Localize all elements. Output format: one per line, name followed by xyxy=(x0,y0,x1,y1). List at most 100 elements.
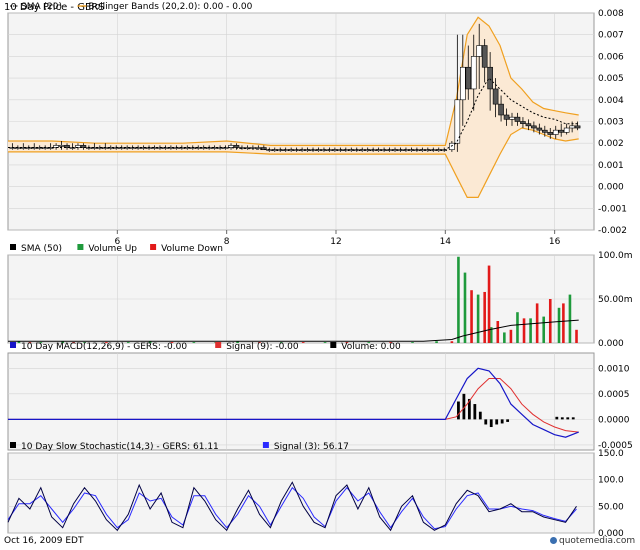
volume-up-bar xyxy=(192,342,196,343)
legend-swatch xyxy=(77,244,84,250)
brand-label: quotemedia.com xyxy=(559,536,636,546)
volume-down-bar xyxy=(450,341,454,343)
volume-up-bar xyxy=(529,318,532,343)
macd-histogram-bar xyxy=(555,416,559,420)
volume-up-bar xyxy=(411,342,414,343)
candle-body xyxy=(465,66,472,90)
volume-up-bar xyxy=(457,256,460,343)
candle-body xyxy=(233,145,240,148)
y-tick-label: 50.00m xyxy=(598,295,633,305)
y-tick-label: 0.0010 xyxy=(598,364,630,374)
candle-body xyxy=(476,45,483,57)
candle-body xyxy=(525,123,532,127)
volume-down-bar xyxy=(562,303,565,343)
volume-up-bar xyxy=(557,307,561,343)
y-tick-label: 100.0 xyxy=(598,476,624,486)
volume-down-bar xyxy=(509,329,513,343)
y-tick-label: 0.000 xyxy=(598,339,624,349)
legend-label: SMA (50) xyxy=(21,244,62,254)
legend-swatch xyxy=(150,244,157,250)
legend-label: 10 Day Slow Stochastic(14,3) - GERS: 61.… xyxy=(21,442,219,452)
candle-body xyxy=(569,125,575,129)
chart-canvas: 0.008 0.007 0.006 0.005 0.004 0.003 0.002 0.001… xyxy=(7,2,633,539)
candle-body xyxy=(514,116,521,122)
legend-label: Signal (3): 56.17 xyxy=(274,442,349,452)
candle-body xyxy=(509,116,515,120)
candle-body xyxy=(487,66,493,90)
y-tick-label: 0.0000 xyxy=(598,415,630,425)
candle-body xyxy=(470,56,477,90)
candle-body xyxy=(552,129,559,135)
candle-body xyxy=(558,129,565,133)
volume-down-bar xyxy=(522,318,526,343)
macd-histogram-bar xyxy=(566,417,570,420)
y-tick-label: 0.002 xyxy=(598,139,624,149)
legend-swatch xyxy=(10,342,16,348)
legend-label: Volume: 0.00 xyxy=(341,342,401,352)
legend-label: 10 Day MACD(12,26,9) - GERS: -0.00 xyxy=(21,342,187,352)
y-tick-label: 0.006 xyxy=(598,52,624,62)
macd-histogram-bar xyxy=(478,411,482,420)
volume-up-bar xyxy=(516,312,519,343)
volume-down-bar xyxy=(301,342,305,343)
candle-body xyxy=(547,132,554,135)
candle-body xyxy=(563,127,570,133)
volume-down-bar xyxy=(470,290,473,343)
candle-body xyxy=(574,125,581,129)
legend-swatch xyxy=(215,342,222,348)
candle-body xyxy=(520,121,526,124)
candle-body xyxy=(460,66,466,101)
candle-body xyxy=(58,145,65,147)
y-tick-label: 150.0 xyxy=(598,449,624,459)
y-tick-label: 0.005 xyxy=(598,74,624,84)
candle-body xyxy=(542,129,548,133)
brand-dot-icon xyxy=(550,537,557,544)
candle-body xyxy=(503,114,510,120)
legend-label: Signal (9): -0.00 xyxy=(226,342,299,352)
candle-body xyxy=(481,45,488,68)
y-tick-label: 0.0005 xyxy=(598,390,630,400)
macd-histogram-bar xyxy=(495,419,499,425)
brand-logo[interactable]: quotemedia.com xyxy=(550,536,635,546)
footer-date: Oct 16, 2009 EDT xyxy=(4,536,84,546)
macd-histogram-bar xyxy=(473,404,477,420)
legend-swatch xyxy=(10,244,16,250)
volume-up-bar xyxy=(503,332,506,343)
volume-up-bar xyxy=(476,294,480,343)
candle-body xyxy=(255,147,262,149)
macd-histogram-bar xyxy=(500,419,504,424)
legend-label: SMA (20) xyxy=(21,2,62,12)
candle-body xyxy=(449,142,455,151)
volume-down-bar xyxy=(496,321,500,343)
legend-swatch xyxy=(262,442,269,448)
y-tick-label: 0.001 xyxy=(598,161,624,171)
volume-up-bar xyxy=(542,316,546,343)
macd-histogram-bar xyxy=(489,419,493,428)
x-tick-label: 12 xyxy=(330,237,341,247)
volume-down-bar xyxy=(483,291,486,343)
y-tick-label: 0.004 xyxy=(598,96,624,106)
y-tick-label: 0.003 xyxy=(598,118,624,128)
y-tick-label: -0.002 xyxy=(598,226,627,236)
volume-down-bar xyxy=(548,299,552,343)
macd-histogram-bar xyxy=(457,401,460,420)
panel-macd xyxy=(7,352,595,451)
volume-up-bar xyxy=(323,342,327,343)
legend-label: Volume Down xyxy=(161,244,223,254)
y-tick-label: 0.007 xyxy=(598,31,624,41)
y-tick-label: 0.000 xyxy=(598,183,624,193)
volume-up-bar xyxy=(435,341,438,343)
legend-label: Volume Up xyxy=(88,244,137,254)
candle-body xyxy=(498,103,504,116)
x-tick-label: 14 xyxy=(440,237,452,247)
y-tick-label: 100.0m xyxy=(598,251,633,261)
volume-down-bar xyxy=(575,329,578,343)
legend-label: Bollinger Bands (20,2.0): 0.00 - 0.00 xyxy=(88,2,252,12)
candle-body xyxy=(536,127,543,131)
x-tick-label: 16 xyxy=(549,237,561,247)
x-tick-label: 8 xyxy=(224,237,230,247)
y-tick-label: -0.001 xyxy=(598,204,627,214)
volume-up-bar xyxy=(568,294,572,343)
macd-histogram-bar xyxy=(571,417,575,420)
legend-swatch xyxy=(330,342,337,348)
